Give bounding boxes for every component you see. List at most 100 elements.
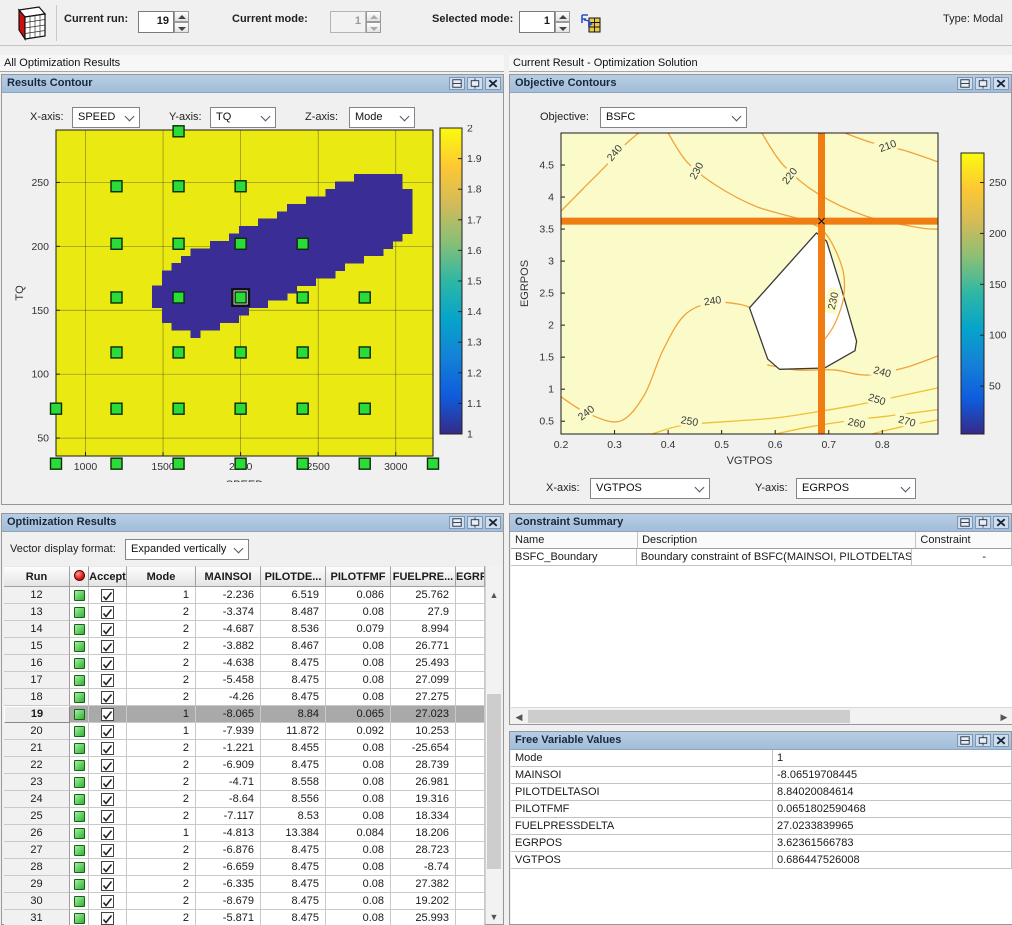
cell-constraint-value[interactable]: - [912, 549, 1012, 566]
cell-fuelpressdelta[interactable]: 27.9 [391, 604, 456, 621]
cell-variable-value[interactable]: 1 [773, 750, 1012, 767]
split-button[interactable] [449, 516, 465, 529]
undock-button[interactable] [975, 734, 991, 747]
accept-checkbox[interactable] [101, 640, 114, 653]
cell-fuelpressdelta[interactable]: 10.253 [391, 723, 456, 740]
cell-mode[interactable]: 2 [127, 740, 196, 757]
accept-checkbox[interactable] [101, 623, 114, 636]
cell-mode[interactable]: 2 [127, 655, 196, 672]
cell-pilotdeltasoi[interactable]: 8.475 [261, 910, 326, 925]
cell-accept[interactable] [89, 842, 127, 859]
accept-checkbox[interactable] [101, 878, 114, 891]
cell-mainsoi[interactable]: -6.335 [196, 876, 261, 893]
cell-mainsoi[interactable]: -2.236 [196, 587, 261, 604]
cell-mode[interactable]: 2 [127, 910, 196, 925]
column-header-EGRPOS[interactable]: EGRPOS [456, 566, 485, 587]
run-marker[interactable] [111, 238, 122, 249]
cell-pilotdeltasoi[interactable]: 8.475 [261, 689, 326, 706]
cell-accept[interactable] [89, 791, 127, 808]
run-marker[interactable] [359, 347, 370, 358]
accept-checkbox[interactable] [101, 674, 114, 687]
cell-pilotdeltasoi[interactable]: 8.475 [261, 859, 326, 876]
table-row[interactable]: 191-8.0658.840.06527.023 [4, 706, 485, 723]
cell-pilotfmf[interactable]: 0.08 [326, 604, 391, 621]
cell-egrpos[interactable] [456, 757, 485, 774]
cell-mode[interactable]: 2 [127, 876, 196, 893]
cell-mode[interactable]: 2 [127, 621, 196, 638]
cell-egrpos[interactable] [456, 791, 485, 808]
cell-pilotdeltasoi[interactable]: 8.455 [261, 740, 326, 757]
cell-run[interactable]: 18 [4, 689, 70, 706]
results-contour-chart[interactable]: 1000150020002500300050100150200250SPEEDT… [3, 125, 502, 482]
cell-egrpos[interactable] [456, 893, 485, 910]
cell-run[interactable]: 29 [4, 876, 70, 893]
run-marker[interactable] [297, 292, 308, 303]
run-marker[interactable] [297, 458, 308, 469]
table-row[interactable]: 232-4.718.5580.0826.981 [4, 774, 485, 791]
cell-mainsoi[interactable]: -4.26 [196, 689, 261, 706]
column-header-description[interactable]: Description [638, 532, 916, 549]
cell-mainsoi[interactable]: -6.659 [196, 859, 261, 876]
cell-pilotfmf[interactable]: 0.08 [326, 757, 391, 774]
cell-pilotdeltasoi[interactable]: 11.872 [261, 723, 326, 740]
run-marker[interactable] [111, 292, 122, 303]
cell-fuelpressdelta[interactable]: 26.981 [391, 774, 456, 791]
horizontal-scrollbar[interactable]: ◀ ▶ [511, 707, 1012, 723]
column-header-name[interactable]: Name [511, 532, 638, 549]
cell-pilotdeltasoi[interactable]: 6.519 [261, 587, 326, 604]
cell-fuelpressdelta[interactable]: 27.275 [391, 689, 456, 706]
cell-pilotfmf[interactable]: 0.084 [326, 825, 391, 842]
cell-egrpos[interactable] [456, 604, 485, 621]
constraint-row[interactable]: BSFC_BoundaryBoundary constraint of BSFC… [511, 549, 1012, 566]
accept-checkbox[interactable] [101, 725, 114, 738]
cell-pilotfmf[interactable]: 0.086 [326, 587, 391, 604]
run-marker[interactable] [51, 458, 62, 469]
cell-pilotdeltasoi[interactable]: 8.475 [261, 842, 326, 859]
cell-pilotfmf[interactable]: 0.08 [326, 791, 391, 808]
cell-run[interactable]: 19 [4, 706, 70, 723]
cell-accept[interactable] [89, 638, 127, 655]
run-marker[interactable] [235, 403, 246, 414]
run-marker[interactable] [111, 458, 122, 469]
current-run-input[interactable]: 19 [138, 11, 174, 33]
cell-mainsoi[interactable]: -1.221 [196, 740, 261, 757]
column-header-FUELPRE...[interactable]: FUELPRE... [391, 566, 456, 587]
close-button[interactable] [485, 516, 501, 529]
cell-pilotfmf[interactable]: 0.08 [326, 859, 391, 876]
cell-mode[interactable]: 1 [127, 723, 196, 740]
cell-pilotdeltasoi[interactable]: 8.475 [261, 672, 326, 689]
cell-run[interactable]: 28 [4, 859, 70, 876]
cell-pilotdeltasoi[interactable]: 8.556 [261, 791, 326, 808]
cell-pilotfmf[interactable]: 0.08 [326, 893, 391, 910]
cell-accept[interactable] [89, 740, 127, 757]
cell-fuelpressdelta[interactable]: 18.206 [391, 825, 456, 842]
cell-accept[interactable] [89, 876, 127, 893]
accept-checkbox[interactable] [101, 810, 114, 823]
run-marker[interactable] [428, 458, 439, 469]
cell-accept[interactable] [89, 655, 127, 672]
run-marker[interactable] [173, 238, 184, 249]
cell-pilotdeltasoi[interactable]: 8.84 [261, 706, 326, 723]
cell-fuelpressdelta[interactable]: 28.739 [391, 757, 456, 774]
accept-checkbox[interactable] [101, 912, 114, 925]
scroll-left-arrow[interactable]: ◀ [511, 709, 527, 724]
cell-run[interactable]: 12 [4, 587, 70, 604]
cell-variable-value[interactable]: 0.0651802590468 [773, 801, 1012, 818]
cell-pilotfmf[interactable]: 0.079 [326, 621, 391, 638]
cell-pilotfmf[interactable]: 0.08 [326, 689, 391, 706]
cell-mainsoi[interactable]: -8.065 [196, 706, 261, 723]
scrollbar-thumb[interactable] [487, 694, 501, 869]
table-row[interactable]: 152-3.8828.4670.0826.771 [4, 638, 485, 655]
cell-egrpos[interactable] [456, 672, 485, 689]
cell-pilotfmf[interactable]: 0.08 [326, 876, 391, 893]
cell-run[interactable]: 25 [4, 808, 70, 825]
free-variable-row[interactable]: PILOTDELTASOI8.84020084614 [511, 784, 1012, 801]
cell-pilotfmf[interactable]: 0.08 [326, 740, 391, 757]
cell-fuelpressdelta[interactable]: 27.382 [391, 876, 456, 893]
cell-run[interactable]: 30 [4, 893, 70, 910]
cell-fuelpressdelta[interactable]: 25.762 [391, 587, 456, 604]
cell-fuelpressdelta[interactable]: 27.099 [391, 672, 456, 689]
split-button[interactable] [957, 734, 973, 747]
cell-fuelpressdelta[interactable]: 18.334 [391, 808, 456, 825]
run-marker[interactable] [235, 347, 246, 358]
